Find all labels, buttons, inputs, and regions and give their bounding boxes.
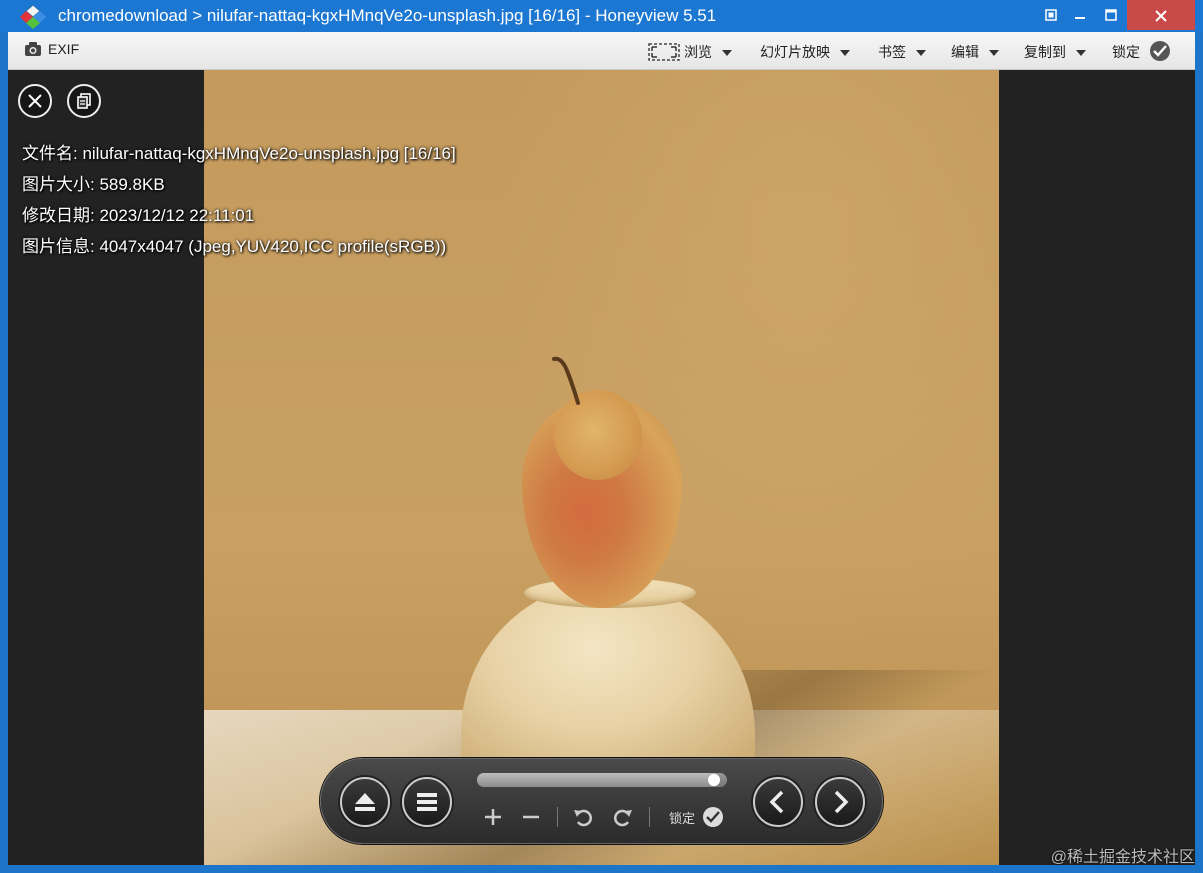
- exif-label: EXIF: [48, 41, 80, 57]
- browse-label: 浏览: [684, 44, 712, 60]
- rotate-left-icon[interactable]: [571, 805, 595, 829]
- panel-lock-toggle[interactable]: 锁定: [669, 807, 724, 827]
- close-window-button[interactable]: [1127, 0, 1195, 30]
- watermark-text: @稀土掘金技术社区: [1050, 849, 1195, 866]
- camera-icon: [25, 42, 41, 56]
- main-menu-button[interactable]: [402, 777, 452, 827]
- lock-toggle[interactable]: 锁定: [1112, 39, 1170, 62]
- browse-menu[interactable]: 浏览: [648, 42, 732, 62]
- chevron-right-icon: [834, 790, 849, 814]
- lock-label: 锁定: [1112, 44, 1140, 60]
- minimize-button[interactable]: [1065, 0, 1095, 30]
- slideshow-menu[interactable]: 幻灯片放映: [760, 42, 850, 62]
- chevron-down-icon: [989, 50, 999, 56]
- chevron-down-icon: [722, 50, 732, 56]
- close-icon: [1155, 10, 1167, 22]
- fullscreen-icon: [648, 43, 680, 61]
- photo-bowl: [461, 582, 755, 772]
- check-circle-icon: [703, 807, 724, 827]
- copy-info-button[interactable]: [67, 84, 101, 118]
- chevron-down-icon: [916, 50, 926, 56]
- info-imageinfo: 图片信息: 4047x4047 (Jpeg,YUV420,ICC profile…: [22, 237, 447, 256]
- image-info-panel: 文件名: nilufar-nattaq-kgxHMnqVe2o-unsplash…: [22, 138, 456, 262]
- separator: [649, 807, 650, 827]
- info-filesize: 图片大小: 589.8KB: [22, 175, 165, 194]
- bookmark-label: 书签: [878, 44, 906, 60]
- copy-to-menu[interactable]: 复制到: [1024, 42, 1086, 62]
- copy-icon: [77, 93, 91, 109]
- close-overlay-button[interactable]: [18, 84, 52, 118]
- rotate-right-icon[interactable]: [611, 805, 635, 829]
- image-position-slider[interactable]: [477, 773, 727, 787]
- pin-icon: [1045, 9, 1057, 21]
- maximize-icon: [1105, 9, 1117, 21]
- pin-button[interactable]: [1036, 0, 1066, 30]
- exif-button[interactable]: EXIF: [24, 41, 79, 57]
- menu-toolbar: EXIF 浏览 幻灯片放映 书签 编辑 复制到 锁定: [8, 32, 1195, 70]
- open-file-button[interactable]: [340, 777, 390, 827]
- next-image-button[interactable]: [815, 777, 865, 827]
- info-modified: 修改日期: 2023/12/12 22:11:01: [22, 206, 255, 225]
- zoom-out-icon[interactable]: [519, 805, 543, 829]
- photo-pear-stem: [552, 356, 580, 405]
- chevron-left-icon: [769, 790, 784, 814]
- minimize-icon: [1075, 17, 1085, 19]
- edit-label: 编辑: [951, 44, 979, 60]
- honeyview-app-icon: [20, 5, 46, 29]
- title-bar: chromedownload > nilufar-nattaq-kgxHMnqV…: [0, 0, 1203, 32]
- slider-handle[interactable]: [708, 774, 720, 786]
- zoom-in-icon[interactable]: [481, 805, 505, 829]
- previous-image-button[interactable]: [753, 777, 803, 827]
- window-title: chromedownload > nilufar-nattaq-kgxHMnqV…: [58, 6, 717, 25]
- edit-menu[interactable]: 编辑: [951, 42, 999, 62]
- check-circle-icon: [1150, 40, 1170, 61]
- hamburger-icon: [417, 793, 437, 811]
- chevron-down-icon: [840, 50, 850, 56]
- control-panel: 锁定: [320, 758, 883, 844]
- separator: [557, 807, 558, 827]
- slideshow-label: 幻灯片放映: [760, 44, 830, 60]
- close-icon: [28, 94, 42, 108]
- panel-lock-label: 锁定: [669, 810, 696, 826]
- image-viewer[interactable]: 文件名: nilufar-nattaq-kgxHMnqVe2o-unsplash…: [8, 70, 1195, 865]
- chevron-down-icon: [1076, 50, 1086, 56]
- info-filename: 文件名: nilufar-nattaq-kgxHMnqVe2o-unsplash…: [22, 144, 456, 163]
- bookmark-menu[interactable]: 书签: [878, 42, 926, 62]
- maximize-button[interactable]: [1096, 0, 1126, 30]
- slider-fill: [477, 773, 720, 787]
- copy-to-label: 复制到: [1024, 44, 1066, 60]
- eject-icon: [355, 793, 375, 811]
